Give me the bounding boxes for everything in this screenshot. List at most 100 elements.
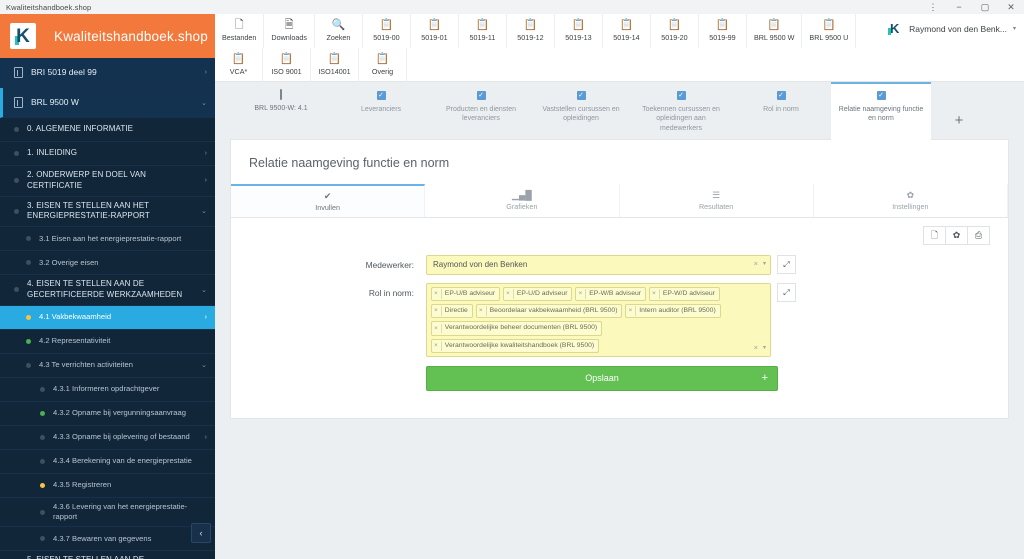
document-icon[interactable]: 🗋 bbox=[923, 226, 946, 245]
toolbar-button-brl-9500-u[interactable]: 📋 BRL 9500 U bbox=[802, 14, 857, 48]
clear-icon[interactable]: × bbox=[754, 259, 758, 268]
toolbar-button-5019-12[interactable]: 📋 5019-12 bbox=[507, 14, 555, 48]
user-menu[interactable]: K Raymond von den Benk... ▾ bbox=[886, 20, 1016, 37]
step-tab-6[interactable]: ✓ Relatie naamgeving functie en norm bbox=[831, 82, 931, 140]
rol-tag[interactable]: × Directie bbox=[431, 304, 473, 319]
close-icon[interactable]: ✕ bbox=[998, 0, 1024, 14]
chevron-down-icon[interactable]: ▾ bbox=[763, 260, 766, 267]
save-button[interactable]: Opslaan + bbox=[426, 365, 778, 391]
step-tab-5[interactable]: ✓ Rol in norm bbox=[731, 82, 831, 140]
rol-in-norm-select[interactable]: × EP-U/B adviseur × EP-U/D adviseur × EP-W/B … bbox=[426, 283, 771, 357]
rol-tag[interactable]: × Verantwoordelijke kwaliteitshandboek (B… bbox=[431, 338, 600, 353]
sidebar-item-3[interactable]: 3. EISEN TE STELLEN AAN HET ENERGIEPREST… bbox=[0, 197, 215, 228]
sidebar-item-10[interactable]: 4.3.1 Informeren opdrachtgever bbox=[0, 378, 215, 402]
chevron-down-icon[interactable]: ▾ bbox=[763, 344, 766, 351]
sidebar-item-4[interactable]: 3.1 Eisen aan het energieprestatie-rappo… bbox=[0, 227, 215, 252]
toolbar-button-brl-9500-w[interactable]: 📋 BRL 9500 W bbox=[747, 14, 803, 48]
toolbar-button-downloads[interactable]: 🗎 Downloads bbox=[264, 14, 315, 48]
print-icon[interactable]: ⎙ bbox=[967, 226, 990, 245]
chevron-icon: › bbox=[204, 69, 207, 76]
sidebar-item-12[interactable]: 4.3.3 Opname bij oplevering of bestaand › bbox=[0, 426, 215, 450]
sidebar-item-6[interactable]: 4. EISEN TE STELLEN AAN DE GECERTIFICEER… bbox=[0, 275, 215, 306]
sidebar-item-5[interactable]: 3.2 Overige eisen bbox=[0, 251, 215, 276]
rol-tag[interactable]: × EP-W/B adviseur bbox=[575, 287, 647, 302]
toolbar-button-overig[interactable]: 📋 Overig bbox=[359, 48, 407, 82]
rol-tag[interactable]: × EP-W/D adviseur bbox=[649, 287, 720, 302]
step-tab-3[interactable]: ✓ Vaststellen cursussen en opleidingen bbox=[531, 82, 631, 140]
menu-kebab-icon[interactable]: ⋮ bbox=[920, 0, 946, 14]
tag-remove-icon[interactable]: × bbox=[434, 323, 442, 334]
plus-icon: + bbox=[954, 111, 964, 129]
sidebar-item-label: 3. EISEN TE STELLEN AAN HET ENERGIEPREST… bbox=[27, 200, 150, 221]
toolbar-button-5019-00[interactable]: 📋 5019-00 bbox=[363, 14, 411, 48]
sidebar-book-0[interactable]: BRI 5019 deel 99 › bbox=[0, 58, 215, 88]
tag-remove-icon[interactable]: × bbox=[652, 289, 660, 299]
step-tab-0[interactable]: BRL 9500-W: 4.1 bbox=[231, 82, 331, 140]
sidebar-book-1[interactable]: BRL 9500 W ⌄ bbox=[0, 88, 215, 118]
download-icon: 🗎 bbox=[284, 19, 294, 31]
rol-tag[interactable]: × EP-U/B adviseur bbox=[431, 287, 501, 302]
minimize-icon[interactable]: − bbox=[946, 0, 972, 14]
rol-tag[interactable]: × Intern auditor (BRL 9500) bbox=[625, 304, 721, 319]
sidebar-item-9[interactable]: 4.3 Te verrichten activiteiten ⌄ bbox=[0, 354, 215, 378]
medewerker-select[interactable]: Raymond von den Benken × ▾ bbox=[426, 255, 771, 275]
medewerker-label: Medewerker: bbox=[365, 260, 414, 270]
toolbar-button-bestanden[interactable]: 🗋 Bestanden bbox=[215, 14, 265, 48]
sidebar-item-0[interactable]: 0. ALGEMENE INFORMATIE bbox=[0, 118, 215, 142]
brand-header[interactable]: K Kwaliteitshandboek.shop bbox=[0, 14, 215, 58]
rol-tag-label: Directie bbox=[444, 307, 468, 315]
tag-remove-icon[interactable]: × bbox=[434, 340, 442, 351]
step-tab-1[interactable]: ✓ Leveranciers bbox=[331, 82, 431, 140]
rol-tag[interactable]: × Beoordelaar vakbekwaamheid (BRL 9500) bbox=[475, 304, 623, 319]
medewerker-expand-button[interactable]: ⤢ bbox=[777, 255, 796, 274]
sidebar-item-label: 3.2 Overige eisen bbox=[39, 257, 99, 267]
top-toolbar: 🗋 Bestanden 🗎 Downloads 🔍 Zoeken 📋 5019-00 📋 5019… bbox=[215, 14, 1024, 82]
toolbar-button-iso-9001[interactable]: 📋 ISO 9001 bbox=[263, 48, 311, 82]
tag-remove-icon[interactable]: × bbox=[628, 306, 637, 317]
sidebar-item-16[interactable]: 4.3.7 Bewaren van gegevens bbox=[0, 527, 215, 552]
toolbar-button-label: BRL 9500 W bbox=[753, 33, 795, 42]
status-dot-icon bbox=[40, 536, 45, 542]
toolbar-button-vca-[interactable]: 📋 VCA* bbox=[215, 48, 263, 82]
sidebar-item-2[interactable]: 2. ONDERWERP EN DOEL VAN CERTIFICATIE › bbox=[0, 166, 215, 197]
sidebar-item-17[interactable]: 5. EISEN TE STELLEN AAN DE CERTIFICAATHO… bbox=[0, 551, 215, 559]
sidebar-item-14[interactable]: 4.3.5 Registreren bbox=[0, 474, 215, 498]
card-tab-resultaten[interactable]: ☰ Resultaten bbox=[620, 184, 814, 217]
card-tab-grafieken[interactable]: ▁▄█ Grafieken bbox=[425, 184, 620, 217]
toolbar-button-zoeken[interactable]: 🔍 Zoeken bbox=[315, 14, 363, 48]
sidebar-collapse-button[interactable]: ‹ bbox=[191, 523, 211, 543]
sidebar-item-8[interactable]: 4.2 Representativiteit bbox=[0, 330, 215, 354]
card-tab-instellingen[interactable]: ✿ Instellingen bbox=[814, 184, 1008, 217]
step-tab-4[interactable]: ✓ Toekennen cursussen en opleidingen aan … bbox=[631, 82, 731, 140]
toolbar-button-label: 5019-00 bbox=[373, 33, 400, 42]
rol-tag[interactable]: × EP-U/D adviseur bbox=[503, 287, 573, 302]
toolbar-button-5019-99[interactable]: 📋 5019-99 bbox=[699, 14, 747, 48]
maximize-icon[interactable]: ▢ bbox=[972, 0, 998, 14]
toolbar-button-iso14001[interactable]: 📋 ISO14001 bbox=[311, 48, 359, 82]
clear-icon[interactable]: × bbox=[754, 343, 758, 352]
tag-remove-icon[interactable]: × bbox=[434, 289, 442, 299]
gear-icon[interactable]: ✿ bbox=[945, 226, 968, 245]
sidebar-item-13[interactable]: 4.3.4 Berekening van de energieprestatie bbox=[0, 450, 215, 474]
tag-remove-icon[interactable]: × bbox=[578, 289, 587, 299]
sidebar-item-7[interactable]: 4.1 Vakbekwaamheid › bbox=[0, 305, 215, 330]
user-logo-icon: K bbox=[886, 20, 903, 37]
toolbar-button-5019-13[interactable]: 📋 5019-13 bbox=[555, 14, 603, 48]
tag-remove-icon[interactable]: × bbox=[479, 306, 487, 317]
tag-remove-icon[interactable]: × bbox=[434, 306, 442, 317]
add-step-button[interactable]: + bbox=[931, 82, 987, 140]
toolbar-button-5019-11[interactable]: 📋 5019-11 bbox=[459, 14, 507, 48]
sidebar-item-15[interactable]: 4.3.6 Levering van het energieprestatie-… bbox=[0, 498, 215, 528]
card-tab-invullen[interactable]: ✔ Invullen bbox=[231, 184, 426, 217]
sidebar-item-1[interactable]: 1. INLEIDING › bbox=[0, 142, 215, 166]
toolbar-button-5019-14[interactable]: 📋 5019-14 bbox=[603, 14, 651, 48]
tag-remove-icon[interactable]: × bbox=[506, 289, 514, 299]
rol-tag[interactable]: × Verantwoordelijke beheer documenten (BR… bbox=[431, 321, 603, 336]
sidebar-item-11[interactable]: 4.3.2 Opname bij vergunningsaanvraag bbox=[0, 402, 215, 426]
toolbar-button-5019-01[interactable]: 📋 5019-01 bbox=[411, 14, 459, 48]
toolbar-button-5019-20[interactable]: 📋 5019-20 bbox=[651, 14, 699, 48]
clipboard-icon: 📋 bbox=[427, 19, 442, 31]
check-square-icon: ✓ bbox=[876, 91, 886, 100]
rol-in-norm-expand-button[interactable]: ⤢ bbox=[777, 283, 796, 302]
step-tab-2[interactable]: ✓ Producten en diensten leveranciers bbox=[431, 82, 531, 140]
